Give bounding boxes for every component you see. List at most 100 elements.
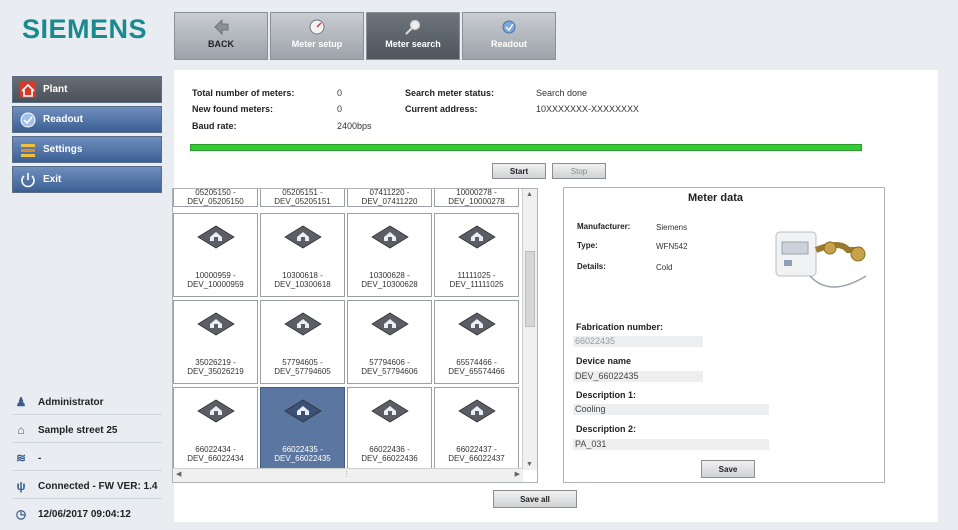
meter-tile[interactable]: 35026219 - DEV_35026219 — [173, 300, 258, 384]
connection-info: ψ Connected - FW VER: 1.4 — [14, 479, 164, 493]
meter-tile[interactable]: 57794605 - DEV_57794605 — [260, 300, 345, 384]
meter-tile[interactable]: 07411220 - DEV_07411220 — [347, 188, 432, 207]
type-value: WFN542 — [656, 242, 688, 251]
fabrication-number-label: Fabrication number: — [576, 322, 664, 332]
meter-tile-label: 57794605 - DEV_57794605 — [274, 358, 331, 376]
device-name-field[interactable]: DEV_66022435 — [573, 371, 703, 382]
meter-setup-button[interactable]: Meter setup — [270, 12, 364, 60]
horizontal-scrollbar[interactable]: ◀ ⋮ ▶ — [173, 468, 523, 482]
save-all-button[interactable]: Save all — [493, 490, 577, 508]
details-value: Cold — [656, 263, 673, 272]
datetime-text: 12/06/2017 09:04:12 — [38, 508, 131, 520]
manufacturer-value: Siemens — [656, 223, 688, 232]
meter-tile[interactable]: 65574466 - DEV_65574466 — [434, 300, 519, 384]
details-label: Details: — [577, 262, 606, 271]
meter-tile-selected[interactable]: 66022435 - DEV_66022435 — [260, 387, 345, 471]
manufacturer-label: Manufacturer: — [577, 222, 631, 231]
meter-tile[interactable]: 10300618 - DEV_10300618 — [260, 213, 345, 297]
sidebar-exit-label: Exit — [43, 174, 62, 185]
current-address-label: Current address: — [405, 104, 478, 114]
meter-tile[interactable]: 05205150 - DEV_05205150 — [173, 189, 258, 207]
type-label: Type: — [577, 241, 598, 250]
meter-tile[interactable]: 10300628 - DEV_10300628 — [347, 213, 432, 297]
total-meters-label: Total number of meters: — [192, 88, 295, 98]
datetime-info: ◷ 12/06/2017 09:04:12 — [14, 507, 164, 521]
meter-tile-icon — [370, 312, 409, 336]
scrollbar-thumb[interactable] — [525, 251, 535, 327]
meter-tile-label: 66022437 - DEV_66022437 — [448, 445, 505, 463]
meter-tile-icon — [457, 225, 496, 249]
search-progress-bar — [190, 144, 862, 151]
meter-tile[interactable]: 66022436 - DEV_66022436 — [347, 387, 432, 471]
search-status-value: Search done — [536, 88, 588, 98]
meter-tile-icon — [283, 225, 322, 249]
sidebar-item-plant[interactable]: Plant — [12, 76, 162, 103]
meter-tile[interactable]: 66022437 - DEV_66022437 — [434, 387, 519, 471]
description-1-field[interactable]: Cooling — [573, 404, 769, 415]
meter-tile[interactable]: 05205151 - DEV_05205151 — [260, 188, 345, 207]
meter-grid: 05205150 - DEV_05205150 05205151 - DEV_0520… — [172, 188, 538, 483]
signal-text: - — [38, 452, 42, 464]
description-1-label: Description 1: — [576, 390, 637, 400]
meter-tile-label: 66022435 - DEV_66022435 — [274, 445, 331, 463]
meter-search-button[interactable]: Meter search — [366, 12, 460, 60]
meter-tile-label: 66022434 - DEV_66022434 — [187, 445, 244, 463]
sidebar-item-readout[interactable]: Readout — [12, 106, 162, 133]
meter-search-label: Meter search — [385, 39, 441, 49]
address-info: ⌂ Sample street 25 — [14, 423, 164, 437]
baud-rate-value: 2400bps — [337, 121, 372, 131]
meter-tile[interactable]: 66022434 - DEV_66022434 — [173, 387, 258, 471]
meter-tile-label: 05205151 - DEV_05205151 — [274, 188, 331, 206]
meter-data-title: Meter data — [688, 192, 744, 204]
meter-tile[interactable]: 10000959 - DEV_10000959 — [173, 213, 258, 297]
meter-tile-label: 10000959 - DEV_10000959 — [187, 271, 244, 289]
scroll-left-icon[interactable]: ◀ — [176, 470, 181, 478]
meter-tile-icon — [370, 399, 409, 423]
meter-device-image — [775, 231, 867, 288]
meter-tile-label: 10000278 - DEV_10000278 — [448, 188, 505, 206]
new-meters-value: 0 — [337, 104, 343, 114]
meter-tile-label: 65574466 - DEV_65574466 — [448, 358, 505, 376]
meter-tile[interactable]: 57794606 - DEV_57794606 — [347, 300, 432, 384]
meter-tile-icon — [370, 225, 409, 249]
sidebar-plant-label: Plant — [43, 84, 68, 95]
scroll-down-icon[interactable]: ▼ — [526, 461, 533, 468]
total-meters-value: 0 — [337, 88, 343, 98]
stop-button[interactable]: Stop — [552, 163, 606, 179]
meter-tile-icon — [196, 312, 235, 336]
signal-info: ≋ - — [14, 451, 164, 465]
meter-tile[interactable]: 10000278 - DEV_10000278 — [434, 188, 519, 207]
divider — [12, 498, 162, 499]
meter-tile-icon — [283, 312, 322, 336]
baud-rate-label: Baud rate: — [192, 121, 237, 131]
power-icon — [21, 172, 35, 187]
save-button[interactable]: Save — [701, 460, 755, 478]
readout-button[interactable]: Readout — [462, 12, 556, 60]
meter-tile-icon — [457, 312, 496, 336]
meter-tile[interactable]: 11111025 - DEV_11111025 — [434, 213, 519, 297]
clock-icon: ◷ — [15, 507, 27, 521]
device-name-label: Device name — [576, 356, 632, 366]
sidebar-item-exit[interactable]: Exit — [12, 166, 162, 193]
scroll-up-icon[interactable]: ▲ — [526, 191, 533, 198]
divider — [12, 442, 162, 443]
back-label: BACK — [208, 39, 234, 49]
user-name: Administrator — [38, 396, 104, 408]
start-button[interactable]: Start — [492, 163, 546, 179]
meter-tile-label: 66022436 - DEV_66022436 — [361, 445, 418, 463]
meter-search-icon — [405, 19, 421, 35]
back-button[interactable]: BACK — [174, 12, 268, 60]
scroll-right-icon[interactable]: ▶ — [515, 470, 520, 478]
readout-icon — [20, 112, 36, 127]
meter-tile-label: 57794606 - DEV_57794606 — [361, 358, 418, 376]
search-status-label: Search meter status: — [405, 88, 495, 98]
sidebar-readout-label: Readout — [43, 114, 83, 125]
fabrication-number-field: 66022435 — [573, 336, 703, 347]
vertical-scrollbar[interactable]: ▲ ▼ — [522, 189, 537, 470]
meter-tile-icon — [196, 399, 235, 423]
description-2-field[interactable]: PA_031 — [573, 439, 769, 450]
meter-tile-label: 07411220 - DEV_07411220 — [361, 188, 418, 206]
sidebar-item-settings[interactable]: Settings — [12, 136, 162, 163]
user-info: ♟ Administrator — [14, 395, 164, 409]
user-icon: ♟ — [15, 395, 27, 409]
